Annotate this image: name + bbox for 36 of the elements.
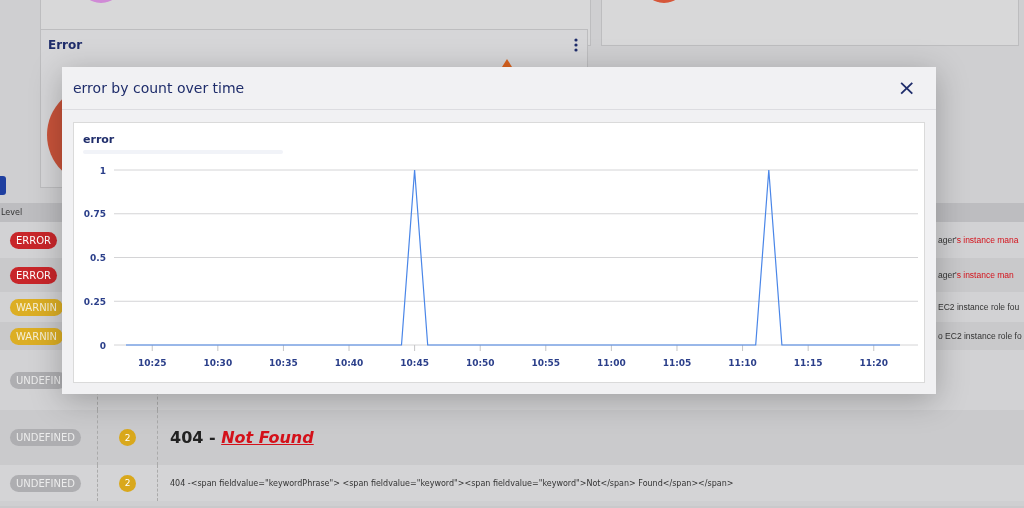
message-text: EC2 instance role fou: [938, 302, 1020, 312]
level-badge: UNDEFINED: [10, 429, 82, 446]
more-options-icon[interactable]: [574, 38, 578, 52]
axis-label: 11:10: [728, 358, 757, 368]
message-text: ager's instance man: [938, 270, 1014, 280]
level-badge: UNDEFINED: [10, 474, 82, 492]
dialog-title: error by count over time: [73, 80, 245, 96]
axis-label: 11:05: [662, 358, 692, 368]
level-badge: ERROR: [10, 231, 58, 249]
close-button[interactable]: ×: [893, 77, 920, 99]
column-header: Level: [1, 208, 23, 217]
count-badge: 2: [119, 474, 136, 492]
axis-label: 10:35: [269, 358, 298, 368]
axis-label: 10:30: [203, 358, 233, 368]
card-title: Error: [48, 38, 83, 52]
count-badge: 2: [119, 429, 136, 446]
axis-label: 11:20: [859, 358, 889, 368]
message-heading: 404 - Not Found: [170, 428, 314, 447]
axis-label: 11:15: [793, 358, 823, 368]
axis-label: 10:55: [531, 358, 561, 368]
axis-label: 10:40: [334, 358, 364, 368]
level-badge: WARNIN: [10, 298, 64, 316]
message-text: ager's instance mana: [938, 235, 1019, 245]
axis-label: 0: [99, 340, 106, 351]
axis-label: 10:25: [137, 358, 167, 368]
axis-label: 10:50: [465, 358, 495, 368]
triangle-icon: [502, 59, 512, 67]
level-badge: WARNIN: [10, 327, 64, 345]
axis-label: 0.75: [83, 209, 106, 220]
axis-label: 0.25: [83, 296, 106, 307]
level-badge: ERROR: [10, 266, 58, 284]
message-text: o EC2 instance role fo: [938, 331, 1022, 341]
axis-label: 10:45: [400, 358, 429, 368]
message-text: 404 -<span fieldvalue="keywordPhrase"> <span fieldvalue="keyword"><span fieldvalue="keyword">Not</span> Found</span></span>: [170, 478, 734, 488]
axis-label: 0.5: [90, 253, 106, 263]
axis-label: 11:00: [597, 358, 626, 368]
